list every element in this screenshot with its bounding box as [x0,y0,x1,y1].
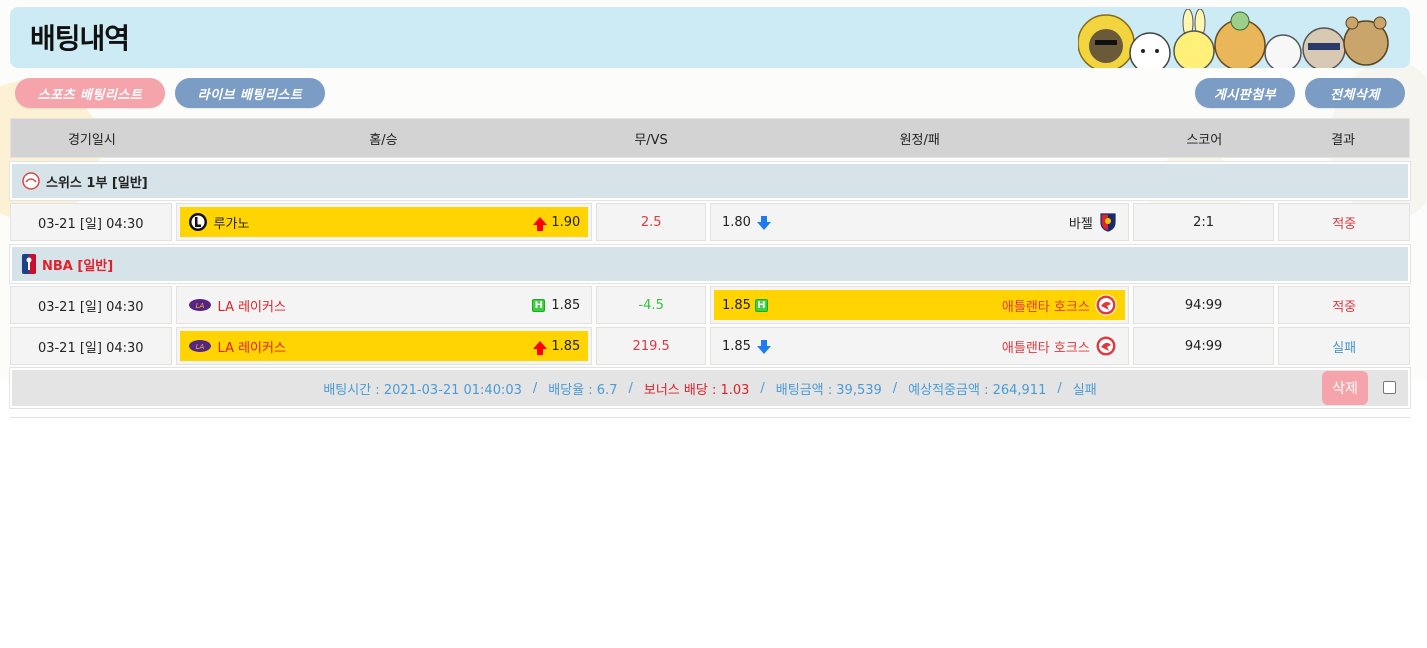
table-header: 경기일시 홈/승 무/VS 원정/패 스코어 결과 [10,118,1410,158]
separator: / [628,380,633,396]
home-team-name: 루가노 [213,216,250,232]
away-team-name: 애틀랜타 호크스 [1001,340,1090,356]
score: 94:99 [1132,286,1275,324]
page-header: 배팅내역 [10,7,1410,68]
total-cell[interactable]: 219.5 [596,327,706,365]
home-team-name: LA 레이커스 [217,340,286,356]
select-checkbox[interactable] [1383,381,1396,394]
svg-text:LA: LA [195,302,204,310]
home-odds: 1.85 [551,338,581,354]
game-row: 03-21 [일] 04:30 LA LA 레이커스 H 1.85 -4.5 1… [10,286,1410,324]
home-selection[interactable]: LA LA 레이커스 H 1.85 [180,290,589,320]
league-name: NBA [일반] [42,258,114,274]
league-row: NBA [일반] [9,244,1411,284]
bet-history-table: 경기일시 홈/승 무/VS 원정/패 스코어 결과 스위스 1부 [일반] 03… [9,118,1411,418]
divider [10,417,1410,418]
home-selection[interactable]: LA LA 레이커스 1.85 [179,331,589,361]
away-odds: 1.85 [722,338,751,354]
bet-odds: 배당율 : 6.7 [548,382,618,398]
swiss-league-icon [22,172,40,190]
away-cell[interactable]: 1.85 H 애틀랜타 호크스 [710,286,1129,324]
hawks-logo-icon [1095,294,1117,316]
home-cell[interactable]: LA LA 레이커스 H 1.85 [175,286,593,324]
score: 94:99 [1132,327,1275,365]
away-cell[interactable]: 1.80 바젤 [710,203,1129,241]
column-header-result: 결과 [1331,132,1356,148]
bonus-odds: 보너스 배당 : 1.03 [643,382,750,398]
handicap-badge-icon: H [532,298,546,312]
separator: / [1057,380,1062,396]
bet-status: 실패 [1072,382,1097,398]
separator: / [892,380,898,396]
home-odds: 1.85 [551,297,581,313]
league-name: 스위스 1부 [일반] [46,175,148,191]
result: 적중 [1278,286,1410,324]
lakers-logo-icon: LA [188,340,211,352]
expected-win-amount: 예상적중금액 : 264,911 [908,382,1047,398]
bet-amount: 배팅금액 : 39,539 [775,382,882,398]
column-header-date: 경기일시 [67,132,116,148]
game-date: 03-21 [일] 04:30 [10,327,172,365]
svg-text:LA: LA [195,343,204,351]
lakers-logo-icon: LA [188,299,211,311]
sports-bet-list-button[interactable]: 스포츠 배팅리스트 [15,78,165,108]
game-date: 03-21 [일] 04:30 [10,286,172,324]
home-odds: 1.90 [551,214,581,230]
separator: / [760,380,765,396]
away-selection[interactable]: 1.80 바젤 [714,207,1125,237]
away-odds: 1.80 [722,214,751,230]
handicap-badge-icon: H [754,298,768,312]
home-cell[interactable]: LA LA 레이커스 1.85 [175,327,593,365]
odds-down-arrow-icon [756,340,771,354]
away-selection[interactable]: 1.85 H 애틀랜타 호크스 [714,290,1125,320]
home-team-name: LA 레이커스 [217,299,286,315]
game-date: 03-21 [일] 04:30 [10,203,172,241]
hawks-logo-icon [1095,335,1117,357]
nba-logo-icon [22,254,36,274]
home-selection[interactable]: 루가노 1.90 [179,207,589,237]
odds-down-arrow-icon [756,216,771,230]
game-row: 03-21 [일] 04:30 루가노 1.90 2.5 1.80 바젤 2:1… [10,203,1410,241]
away-cell[interactable]: 1.85 애틀랜타 호크스 [710,327,1129,365]
column-header-home: 홈/승 [369,132,398,148]
column-header-away: 원정/패 [899,132,940,148]
handicap-cell[interactable]: -4.5 [596,286,706,324]
away-odds: 1.85 [722,297,751,313]
column-header-score: 스코어 [1186,132,1223,148]
away-selection[interactable]: 1.85 애틀랜타 호크스 [714,331,1125,361]
score: 2:1 [1132,203,1275,241]
result: 실패 [1278,327,1410,365]
button-row: 스포츠 배팅리스트 라이브 배팅리스트 게시판첨부 전체삭제 [10,72,1410,114]
delete-button[interactable]: 삭제 [1322,371,1368,405]
live-bet-list-button[interactable]: 라이브 배팅리스트 [175,78,325,108]
board-attach-button[interactable]: 게시판첨부 [1195,78,1295,108]
kakao-friends-illustration [1078,9,1389,68]
away-team-name: 바젤 [1068,216,1093,232]
bet-summary: 배팅시간 : 2021-03-21 01:40:03 / 배당율 : 6.7 /… [9,367,1411,409]
delete-all-button[interactable]: 전체삭제 [1305,78,1405,108]
draw-cell[interactable]: 2.5 [596,203,706,241]
game-row: 03-21 [일] 04:30 LA LA 레이커스 1.85 219.5 1.… [10,327,1410,365]
league-row: 스위스 1부 [일반] [9,161,1411,201]
page-title: 배팅내역 [30,22,130,55]
home-cell[interactable]: 루가노 1.90 [175,203,593,241]
lugano-logo-icon [188,213,207,231]
basel-logo-icon [1100,213,1116,232]
column-header-draw: 무/VS [634,132,668,148]
result: 적중 [1278,203,1410,241]
away-team-name: 애틀랜타 호크스 [1001,299,1090,315]
odds-up-arrow-icon [533,217,548,231]
separator: / [532,380,538,396]
bet-time: 배팅시간 : 2021-03-21 01:40:03 [323,382,522,398]
page-container: 배팅내역 스포츠 배팅리스트 라이브 배팅리스트 게시판첨부 전체삭제 경기일시… [9,7,1411,418]
odds-up-arrow-icon [533,341,548,355]
